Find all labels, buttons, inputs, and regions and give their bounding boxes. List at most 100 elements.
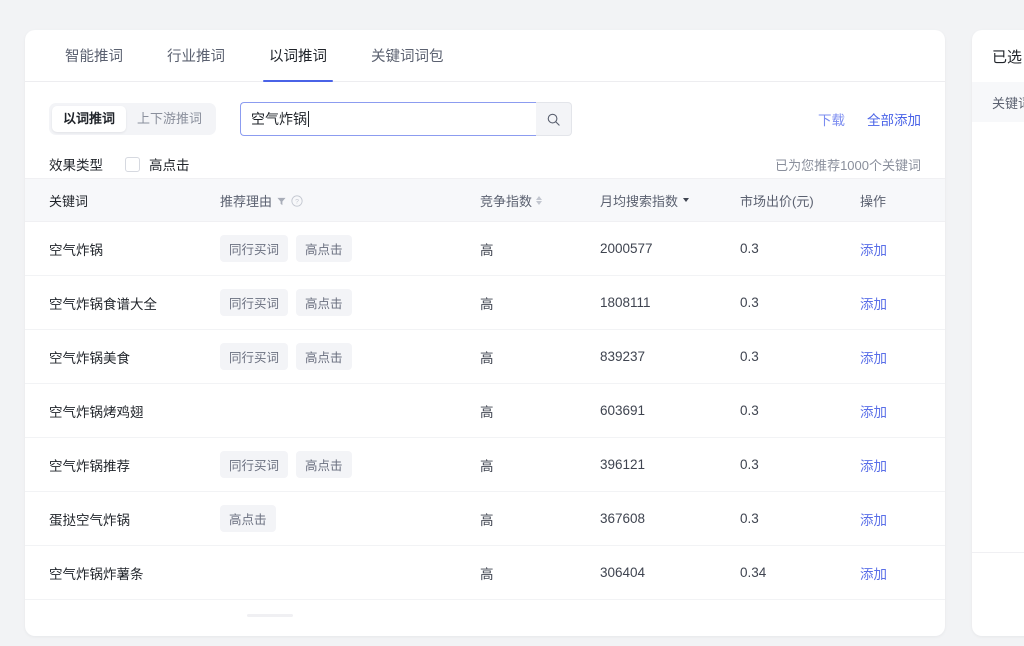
cell-reason-tags: 同行买词 高点击: [220, 235, 480, 262]
help-circle-icon[interactable]: ?: [291, 195, 303, 207]
cell-reason-tags: 高点击: [220, 505, 480, 532]
add-keyword-link[interactable]: 添加: [860, 513, 887, 528]
sort-desc-icon: [536, 200, 543, 205]
cell-competition: 高: [480, 296, 494, 312]
column-header-competition[interactable]: 竞争指数: [480, 191, 600, 210]
table-row: 空气炸锅 同行买词 高点击高 2000577 0.3 添加: [25, 222, 945, 276]
add-all-link[interactable]: 全部添加: [867, 109, 921, 129]
tab-label: 行业推词: [167, 49, 225, 65]
reason-tag: 同行买词: [220, 343, 289, 370]
recommendation-count-text: 已为您推荐1000个关键词: [775, 158, 921, 173]
selected-keywords-panel: 已选 关键词: [972, 30, 1024, 636]
column-header-keyword: 关键词: [49, 193, 89, 209]
checkbox-box-icon: [125, 156, 140, 172]
keyword-recommendation-card: 智能推词 行业推词 以词推词 关键词词包 以词推词 上下游推词 空气炸锅 下载 …: [25, 30, 945, 636]
cell-competition: 高: [480, 566, 494, 582]
cell-competition: 高: [480, 404, 494, 420]
cell-bid: 0.34: [740, 565, 767, 580]
tab-label: 以词推词: [269, 49, 327, 65]
selected-panel-title: 已选: [992, 48, 1023, 66]
reason-tag: 高点击: [296, 235, 352, 262]
cell-action: 添加: [860, 239, 945, 259]
cell-bid: 0.3: [740, 457, 759, 472]
cell-search-index: 306404: [600, 565, 646, 580]
cell-bid: 0.3: [740, 349, 759, 364]
cell-competition: 高: [480, 242, 494, 258]
text-caret: [308, 111, 310, 127]
cell-action: 添加: [860, 401, 945, 421]
search-icon: [547, 113, 560, 126]
table-row-partial: [25, 600, 945, 630]
cell-action: 添加: [860, 509, 945, 529]
filter-icon[interactable]: [277, 197, 286, 206]
table-header-row: 关键词 推荐理由 ? 竞争指数 月均搜索指数 市场出价(元) 操作: [25, 178, 945, 222]
column-header-search-index[interactable]: 月均搜索指数: [600, 191, 740, 210]
reason-tag: 同行买词: [220, 451, 289, 478]
segment-word-recommend[interactable]: 以词推词: [52, 106, 127, 132]
sort-desc-active-icon[interactable]: [683, 198, 690, 202]
cell-action: 添加: [860, 455, 945, 475]
cell-keyword: 空气炸锅推荐: [49, 458, 130, 474]
recommend-mode-segmented[interactable]: 以词推词 上下游推词: [49, 103, 217, 135]
search-input[interactable]: 空气炸锅: [240, 102, 537, 136]
reason-tag: 高点击: [296, 451, 352, 478]
add-keyword-link[interactable]: 添加: [860, 567, 887, 582]
cell-action: 添加: [860, 347, 945, 367]
cell-search-index: 1808111: [600, 295, 651, 310]
download-link[interactable]: 下载: [818, 109, 845, 129]
cell-search-index: 603691: [600, 403, 646, 418]
cell-competition: 高: [480, 350, 494, 366]
cell-keyword: 蛋挞空气炸锅: [49, 512, 130, 528]
selected-panel-body: [972, 122, 1024, 552]
column-header-reason: 推荐理由 ?: [220, 191, 480, 210]
cell-bid: 0.3: [740, 295, 759, 310]
app-root: 智能推词 行业推词 以词推词 关键词词包 以词推词 上下游推词 空气炸锅 下载 …: [0, 0, 1024, 646]
add-keyword-link[interactable]: 添加: [860, 243, 887, 258]
cell-keyword: 空气炸锅: [49, 242, 103, 258]
column-header-competition-label: 竞争指数: [480, 193, 533, 209]
table-row: 空气炸锅推荐 同行买词 高点击高 396121 0.3 添加: [25, 438, 945, 492]
search-button[interactable]: [536, 102, 573, 136]
table-row: 空气炸锅美食 同行买词 高点击高 839237 0.3 添加: [25, 330, 945, 384]
add-keyword-link[interactable]: 添加: [860, 459, 887, 474]
table-row: 空气炸锅炸薯条 高 306404 0.34 添加: [25, 546, 945, 600]
reason-tag: 高点击: [220, 505, 276, 532]
add-keyword-link[interactable]: 添加: [860, 297, 887, 312]
cell-reason-tags: 同行买词 高点击: [220, 451, 480, 478]
table-row: 空气炸锅食谱大全 同行买词 高点击高 1808111 0.3 添加: [25, 276, 945, 330]
controls-area: 以词推词 上下游推词 空气炸锅 下载 全部添加 效果类型 高点击 已为您推荐10…: [25, 82, 945, 178]
search-input-value: 空气炸锅: [251, 111, 308, 127]
add-keyword-link[interactable]: 添加: [860, 351, 887, 366]
tab-word-recommend[interactable]: 以词推词: [247, 30, 349, 82]
search-group: 空气炸锅: [240, 102, 573, 136]
column-header-reason-label: 推荐理由: [220, 193, 273, 209]
selected-panel-footer: [972, 552, 1024, 633]
svg-text:?: ?: [295, 199, 299, 206]
cell-competition: 高: [480, 512, 494, 528]
add-keyword-link[interactable]: 添加: [860, 405, 887, 420]
cell-reason-tags: 同行买词 高点击: [220, 343, 480, 370]
cell-search-index: 367608: [600, 511, 646, 526]
cell-keyword: 空气炸锅炸薯条: [49, 566, 144, 582]
high-click-label: 高点击: [149, 158, 190, 173]
tab-smart-recommend[interactable]: 智能推词: [43, 30, 145, 81]
segment-upstream-downstream[interactable]: 上下游推词: [126, 106, 213, 132]
tab-bar: 智能推词 行业推词 以词推词 关键词词包: [25, 30, 945, 82]
reason-tag: 高点击: [296, 343, 352, 370]
cell-action: 添加: [860, 563, 945, 583]
sort-asc-icon: [536, 195, 543, 200]
tab-industry-recommend[interactable]: 行业推词: [145, 30, 247, 81]
cell-keyword: 空气炸锅食谱大全: [49, 296, 157, 312]
reason-tag: 高点击: [296, 289, 352, 316]
action-links: 下载 全部添加: [818, 109, 921, 129]
column-header-action: 操作: [860, 193, 887, 209]
cell-reason-tags: 同行买词 高点击: [220, 289, 480, 316]
table-row: 蛋挞空气炸锅 高点击 高 367608 0.3 添加: [25, 492, 945, 546]
sort-arrows-competition[interactable]: [536, 195, 543, 205]
tab-label: 关键词词包: [371, 49, 444, 65]
cell-keyword: 空气炸锅烤鸡翅: [49, 404, 144, 420]
cell-bid: 0.3: [740, 511, 759, 526]
tab-keyword-package[interactable]: 关键词词包: [349, 30, 466, 81]
effect-type-label: 效果类型: [49, 158, 103, 173]
high-click-checkbox[interactable]: 高点击: [125, 154, 190, 174]
